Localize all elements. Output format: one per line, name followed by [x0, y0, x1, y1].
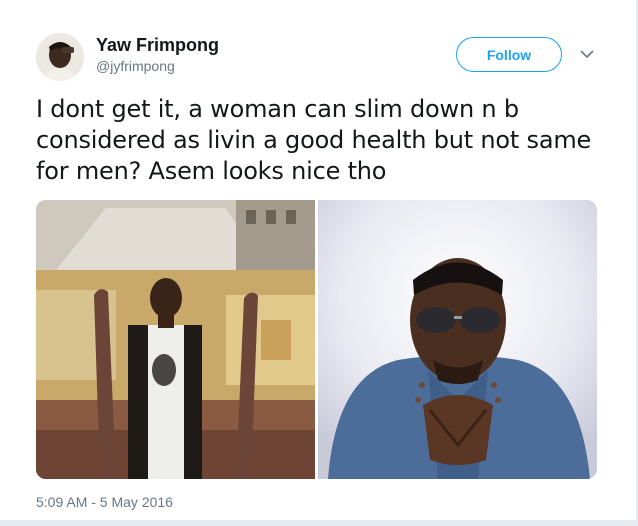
- follow-button[interactable]: Follow: [456, 37, 562, 72]
- tweet-media[interactable]: [36, 200, 597, 479]
- more-options-button[interactable]: [578, 47, 596, 61]
- tweet-card: Yaw Frimpong @jyfrimpong Follow I dont g…: [0, 0, 638, 526]
- card-bottom-border: [0, 520, 638, 526]
- tweet-timestamp[interactable]: 5:09 AM - 5 May 2016: [36, 494, 173, 510]
- author-avatar[interactable]: [36, 33, 84, 81]
- avatar-photo-icon: [36, 33, 84, 81]
- sunglasses-portrait-photo-icon: [318, 200, 597, 479]
- rooftop-portrait-photo-icon: [36, 200, 315, 479]
- media-photo-right[interactable]: [318, 200, 597, 479]
- username[interactable]: @jyfrimpong: [96, 58, 175, 74]
- tweet-text: I dont get it, a woman can slim down n b…: [36, 95, 592, 185]
- chevron-down-icon: [580, 50, 594, 58]
- display-name[interactable]: Yaw Frimpong: [96, 35, 219, 56]
- media-photo-left[interactable]: [36, 200, 315, 479]
